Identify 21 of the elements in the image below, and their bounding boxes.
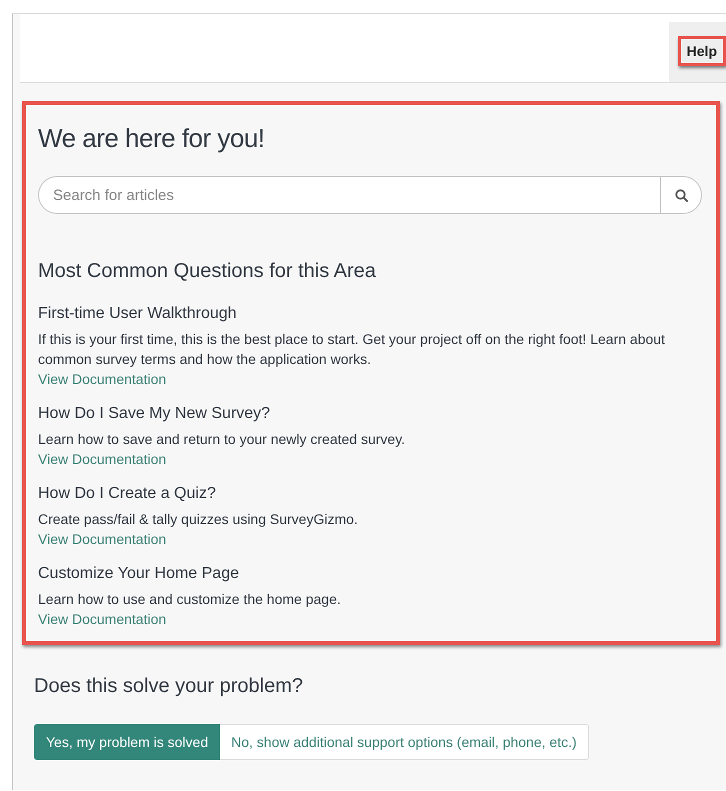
feedback-question: Does this solve your problem? xyxy=(34,675,304,698)
search-field[interactable]: Search for articles xyxy=(38,176,660,214)
documentation-link[interactable]: View Documentation xyxy=(38,529,166,549)
help-tab[interactable]: Help xyxy=(678,36,726,66)
article-description: Create pass/fail & tally quizzes using SurveyGizmo. xyxy=(38,510,359,529)
answer-option[interactable]: Yes, my problem is solved xyxy=(34,724,220,760)
article-description: Learn how to use and customize the home page. xyxy=(38,590,342,609)
answer-option[interactable]: No, show additional support options (email, phone, etc.) xyxy=(220,724,589,760)
article-title: How Do I Save My New Survey? xyxy=(38,405,272,423)
documentation-link[interactable]: View Documentation xyxy=(38,369,166,389)
section-heading: Most Common Questions for this Area xyxy=(38,260,377,283)
article-description: Learn how to save and return to your newly created survey. xyxy=(38,430,406,449)
article-description: If this is your first time, this is the best place to start. Get your project off on the right foot! Learn about common survey terms and how the application works. xyxy=(38,330,666,369)
search-button[interactable] xyxy=(660,176,702,214)
panel-title: We are here for you! xyxy=(38,123,266,154)
article-title: First-time User Walkthrough xyxy=(38,305,238,323)
documentation-link[interactable]: View Documentation xyxy=(38,609,166,629)
article-title: How Do I Create a Quiz? xyxy=(38,485,217,503)
search-icon xyxy=(674,188,688,202)
article-title: Customize Your Home Page xyxy=(38,565,240,583)
documentation-link[interactable]: View Documentation xyxy=(38,449,166,469)
